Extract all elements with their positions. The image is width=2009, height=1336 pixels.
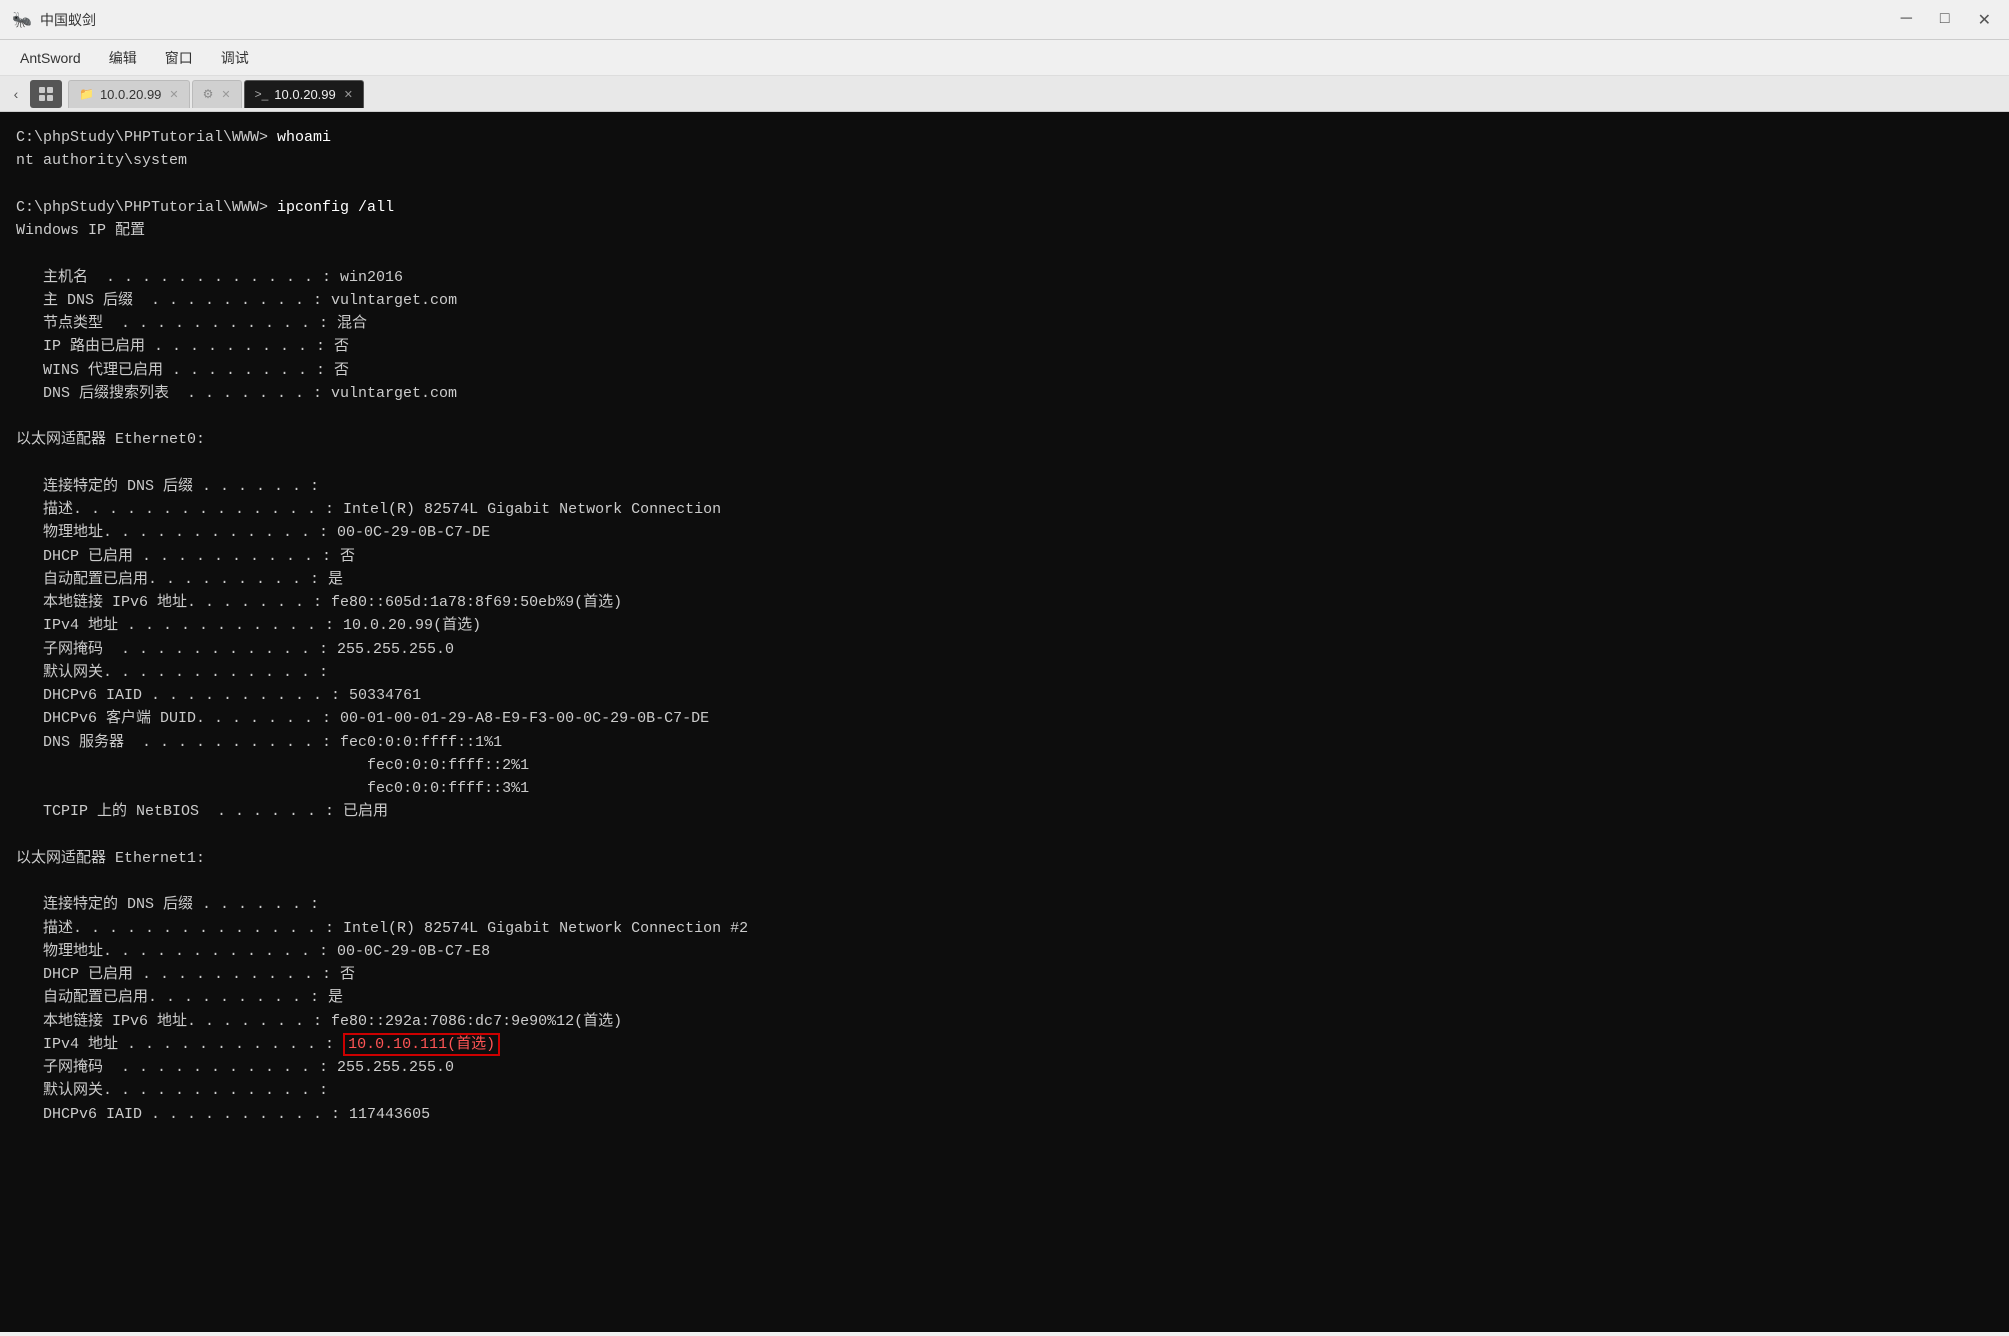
tab-bar: ‹ 📁 10.0.20.99 ✕ ⚙ ✕ >_ 10.0.20.99 ✕ (0, 76, 2009, 112)
minimize-button[interactable]: ─ (1895, 8, 1918, 32)
tab-file-manager[interactable]: 📁 10.0.20.99 ✕ (68, 80, 190, 108)
tab-terminal-label: 10.0.20.99 (274, 87, 335, 102)
title-bar: 🐜 中国蚁剑 ─ □ ✕ (0, 0, 2009, 40)
close-button[interactable]: ✕ (1972, 8, 1997, 32)
terminal-icon: >_ (255, 87, 269, 101)
menu-antsword[interactable]: AntSword (8, 46, 93, 70)
title-bar-left: 🐜 中国蚁剑 (12, 10, 96, 30)
tab-settings-close[interactable]: ✕ (221, 88, 230, 101)
menu-debug[interactable]: 调试 (209, 44, 261, 72)
tab-settings[interactable]: ⚙ ✕ (192, 80, 242, 108)
tab-terminal[interactable]: >_ 10.0.20.99 ✕ (244, 80, 364, 108)
app-title: 中国蚁剑 (40, 10, 96, 30)
terminal-output: C:\phpStudy\PHPTutorial\WWW> whoami nt a… (0, 112, 2009, 1332)
tab-grid-button[interactable] (30, 80, 62, 108)
folder-icon: 📁 (79, 87, 94, 101)
maximize-button[interactable]: □ (1934, 8, 1956, 32)
tab-file-label: 10.0.20.99 (100, 87, 161, 102)
window-controls: ─ □ ✕ (1895, 8, 1997, 32)
menu-bar: AntSword 编辑 窗口 调试 (0, 40, 2009, 76)
settings-icon: ⚙ (203, 87, 214, 101)
menu-window[interactable]: 窗口 (153, 44, 205, 72)
tab-file-close[interactable]: ✕ (169, 88, 178, 101)
tab-back-button[interactable]: ‹ (4, 80, 28, 108)
menu-edit[interactable]: 编辑 (97, 44, 149, 72)
tab-terminal-close[interactable]: ✕ (344, 88, 353, 101)
app-icon: 🐜 (12, 10, 32, 30)
